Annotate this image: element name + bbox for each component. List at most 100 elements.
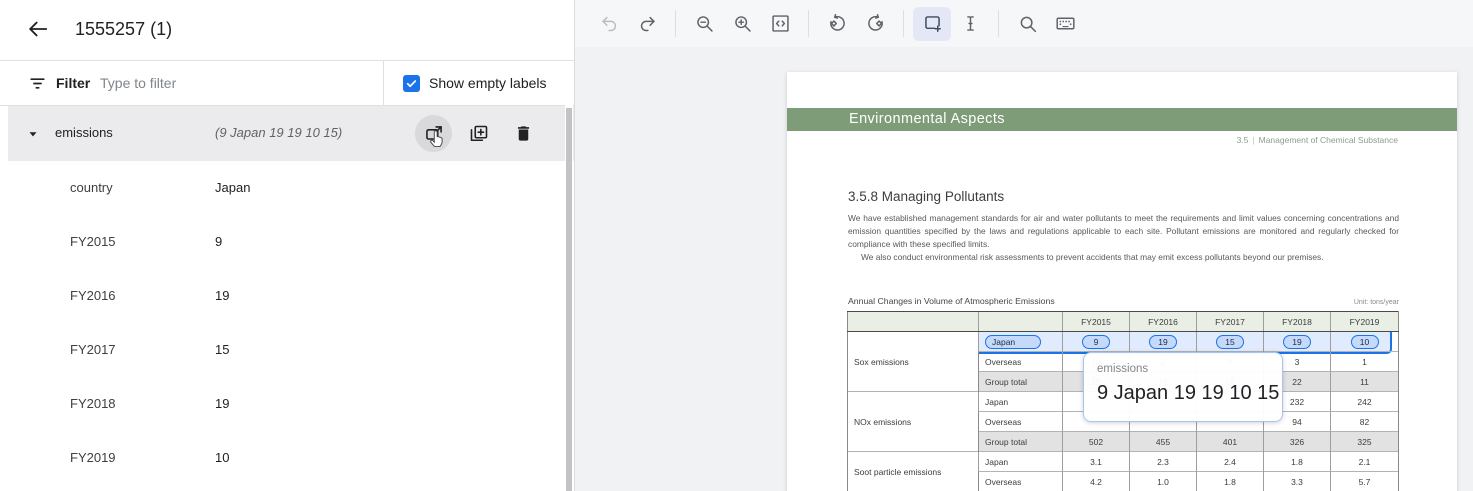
select-text-icon — [960, 13, 981, 34]
field-row-FY2018[interactable]: FY2018 19 — [0, 377, 574, 431]
annotation-box[interactable]: Japan — [985, 335, 1041, 349]
row-label-cell: Overseas — [979, 472, 1063, 491]
table-cell: 2.4 — [1197, 452, 1264, 472]
annotation-box[interactable]: 9 — [1082, 335, 1110, 349]
duplicate-label-button[interactable] — [460, 115, 497, 152]
chevron-down-icon[interactable] — [26, 127, 40, 146]
row-label-cell: Group total — [979, 372, 1063, 392]
annotation-box[interactable]: 19 — [1283, 335, 1311, 349]
table-cell: 19 — [1130, 332, 1197, 352]
table-cell: 1 — [1331, 352, 1399, 372]
year-header-FY2015: FY2015 — [1063, 312, 1130, 332]
table-caption: Annual Changes in Volume of Atmospheric … — [848, 296, 1055, 306]
field-value[interactable]: 19 — [215, 396, 229, 411]
field-row-FY2016[interactable]: FY201619 — [0, 269, 574, 323]
field-row-FY2017[interactable]: FY2017 15 — [0, 323, 574, 377]
table-cell: 82 — [1331, 412, 1399, 432]
undo-button[interactable] — [590, 7, 628, 41]
toolbar-separator — [675, 10, 676, 37]
row-label-cell: Group total — [979, 432, 1063, 452]
annotation-box[interactable]: 10 — [1351, 335, 1379, 349]
apply-label-button[interactable] — [415, 115, 452, 152]
table-row-soot-japan: Soot particle emissionsJapan3.12.32.41.8… — [848, 452, 1399, 472]
filter-bar: Filter Show empty labels — [0, 61, 574, 106]
keyboard-shortcuts-button[interactable] — [1046, 7, 1084, 41]
filter-icon — [28, 74, 47, 98]
field-value[interactable]: 15 — [215, 342, 229, 357]
table-cell: 9 — [1063, 332, 1130, 352]
toolbar-separator — [998, 10, 999, 37]
search-icon — [1017, 13, 1038, 34]
table-unit: Unit: tons/year — [1354, 299, 1399, 306]
year-header-FY2018: FY2018 — [1264, 312, 1331, 332]
label-group-actions — [415, 115, 542, 152]
annotation-box[interactable]: 15 — [1216, 335, 1244, 349]
redo-button[interactable] — [628, 7, 666, 41]
rotate-cw-icon — [865, 13, 886, 34]
zoom-in-button[interactable] — [723, 7, 761, 41]
field-value[interactable]: 9 — [215, 234, 222, 249]
panel-scrollbar-thumb[interactable] — [566, 108, 572, 491]
doc-section-number: 3.5 — [1237, 135, 1249, 145]
tooltip-value: 9 Japan 19 19 10 15 — [1097, 382, 1269, 405]
rotate-ccw-button[interactable] — [818, 7, 856, 41]
zoom-out-icon — [694, 13, 715, 34]
field-key: country — [70, 180, 113, 195]
table-cell: 401 — [1197, 432, 1264, 452]
undo-icon — [599, 13, 620, 34]
labels-panel: 1555257 (1) Filter Show empty labels emi… — [0, 0, 575, 491]
category-cell: NOx emissions — [848, 392, 979, 452]
back-button[interactable] — [20, 12, 56, 48]
field-row-FY2015[interactable]: FY20159 — [0, 215, 574, 269]
year-header-FY2017: FY2017 — [1197, 312, 1264, 332]
table-cell: 502 — [1063, 432, 1130, 452]
delete-label-button[interactable] — [505, 115, 542, 152]
select-text-button[interactable] — [951, 7, 989, 41]
row-label-cell: Japan — [979, 452, 1063, 472]
rotate-cw-button[interactable] — [856, 7, 894, 41]
category-cell: Soot particle emissions — [848, 452, 979, 491]
label-group-summary: (9 Japan 19 19 10 15) — [215, 125, 342, 140]
document-viewer-pane: Environmental Aspects 3.5|Management of … — [575, 0, 1473, 491]
label-group-row-emissions[interactable]: emissions (9 Japan 19 19 10 15) — [8, 106, 574, 161]
label-field-list: countryJapanFY20159FY201619FY201715FY201… — [0, 161, 574, 485]
row-label-cell: Japan — [979, 392, 1063, 412]
doc-paragraph-1: We have established management standards… — [848, 212, 1399, 251]
rotate-ccw-icon — [827, 13, 848, 34]
annotation-box[interactable]: 19 — [1149, 335, 1177, 349]
annotation-tooltip: emissions 9 Japan 19 19 10 15 — [1083, 352, 1283, 422]
zoom-out-button[interactable] — [685, 7, 723, 41]
doc-paragraph-2: We also conduct environmental risk asses… — [848, 251, 1399, 264]
table-cell: 11 — [1331, 372, 1399, 392]
toolbar-separator — [808, 10, 809, 37]
filter-input[interactable] — [100, 69, 370, 97]
apply-label-icon — [424, 124, 444, 144]
field-key: FY2017 — [70, 342, 116, 357]
doc-heading: 3.5.8 Managing Pollutants — [848, 189, 1004, 204]
field-value[interactable]: 19 — [215, 288, 229, 303]
show-empty-labels-checkbox[interactable] — [403, 75, 420, 92]
row-label-cell: Overseas — [979, 412, 1063, 432]
add-bounding-box-button[interactable] — [913, 7, 951, 41]
label-group-name: emissions — [55, 125, 113, 140]
panel-scrollbar — [565, 61, 573, 491]
search-button[interactable] — [1008, 7, 1046, 41]
field-value[interactable]: Japan — [215, 180, 250, 195]
field-key: FY2018 — [70, 396, 116, 411]
field-row-FY2019[interactable]: FY2019 10 — [0, 431, 574, 485]
check-icon — [405, 77, 418, 90]
table-cell: 325 — [1331, 432, 1399, 452]
show-empty-labels-section: Show empty labels — [383, 61, 574, 105]
field-key: FY2019 — [70, 450, 116, 465]
document-title: 1555257 (1) — [75, 19, 172, 40]
document-page[interactable]: Environmental Aspects 3.5|Management of … — [787, 72, 1457, 491]
category-cell: Sox emissions — [848, 332, 979, 392]
row-label-cell: Japan — [979, 332, 1063, 352]
empty-header — [848, 312, 979, 332]
field-value[interactable]: 10 — [215, 450, 229, 465]
field-row-country[interactable]: country Japan — [0, 161, 574, 215]
year-header-FY2016: FY2016 — [1130, 312, 1197, 332]
doc-banner: Environmental Aspects — [787, 108, 1457, 131]
fit-to-width-button[interactable] — [761, 7, 799, 41]
table-cell: 5.7 — [1331, 472, 1399, 491]
